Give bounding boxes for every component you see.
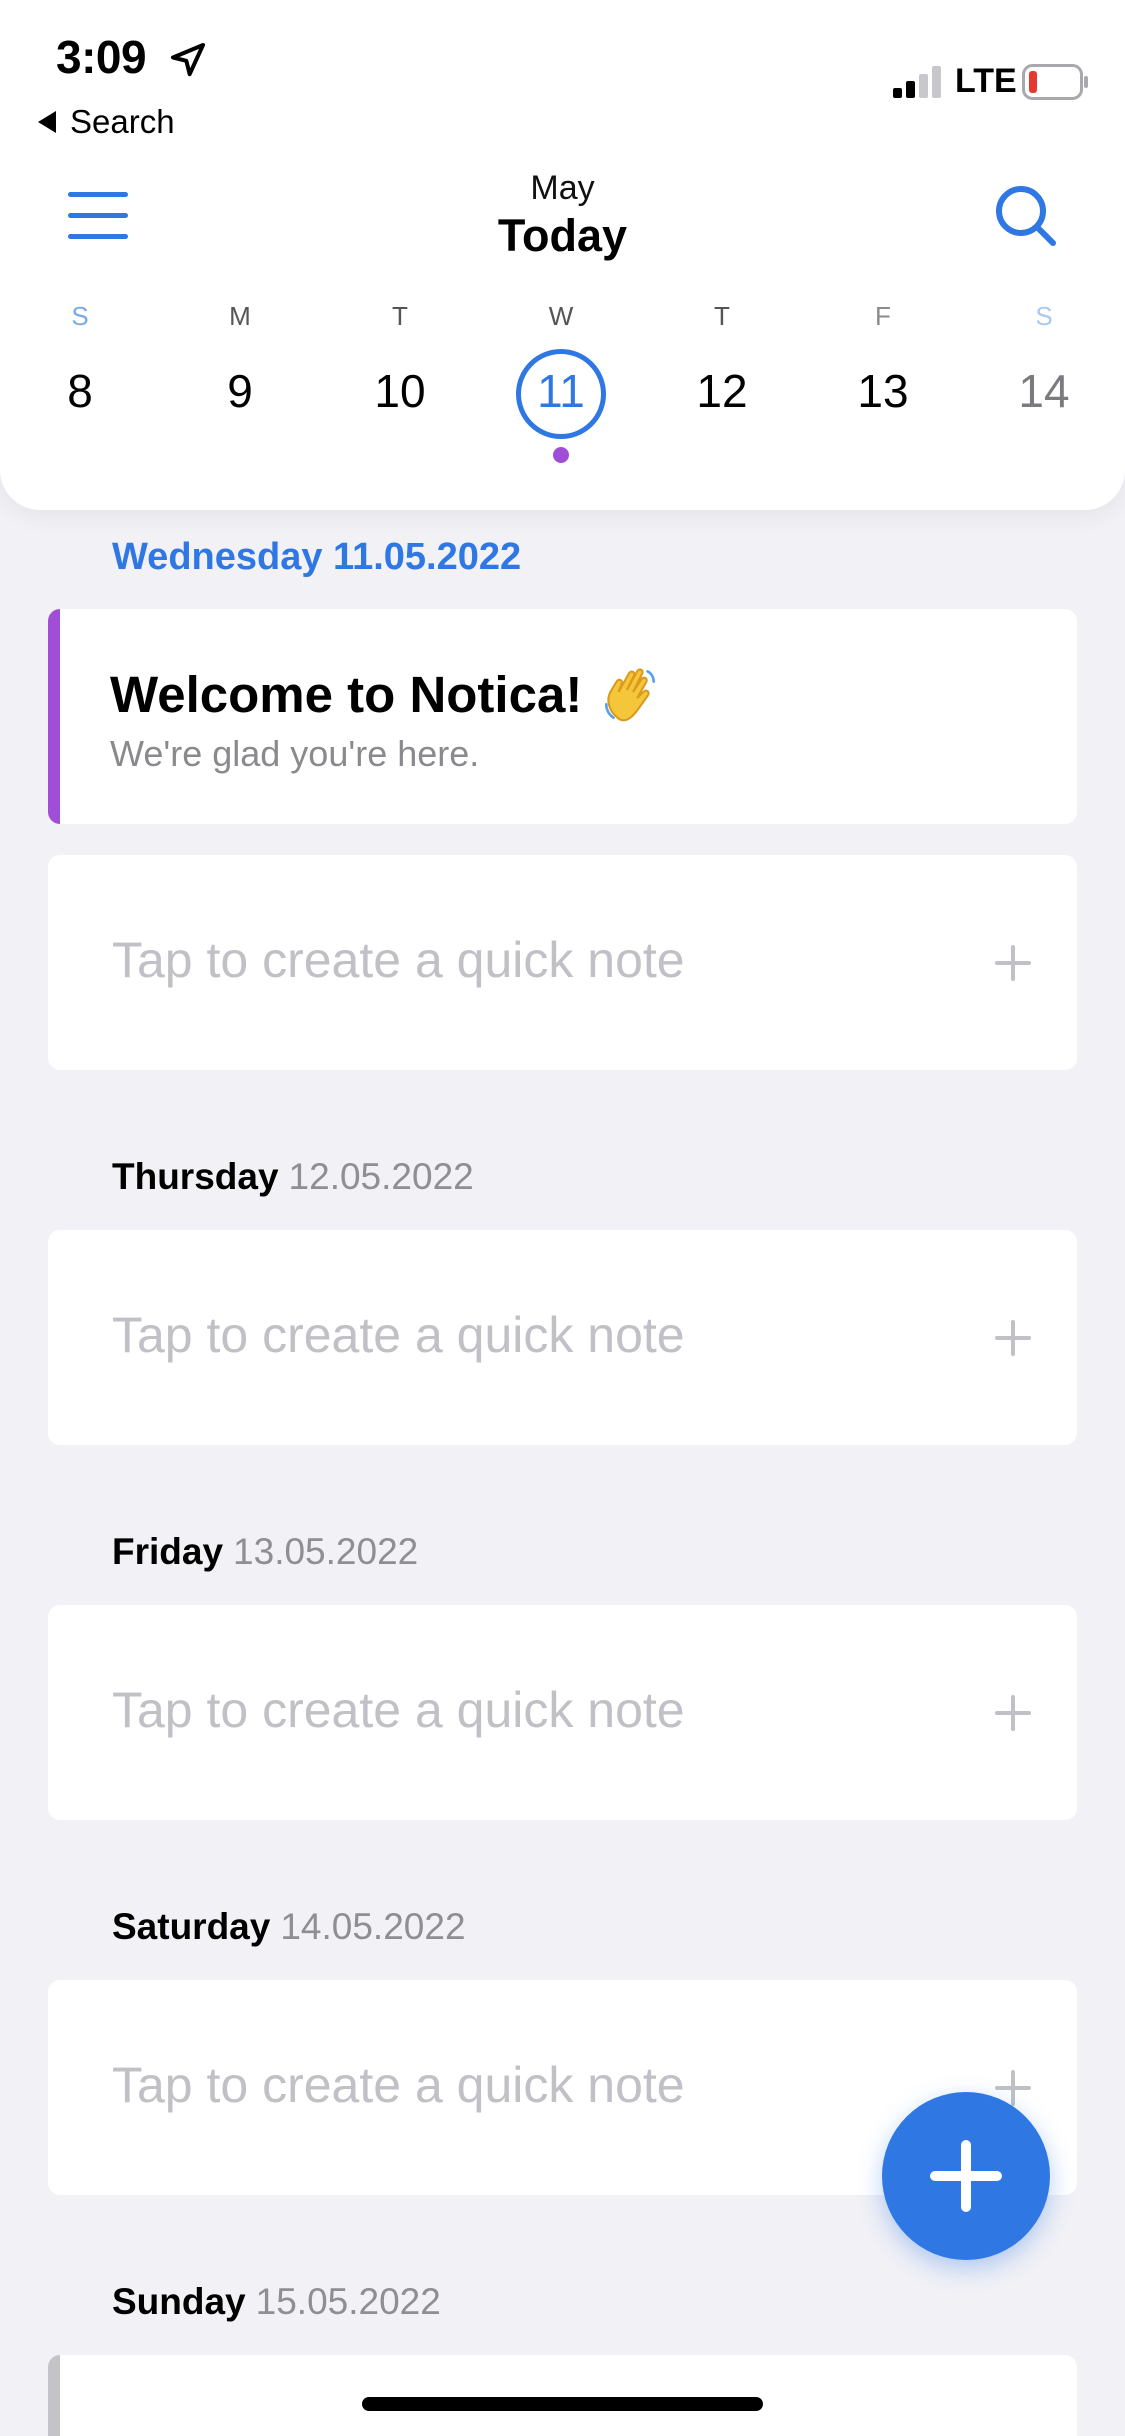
month-label: May <box>530 169 595 207</box>
day-number: 8 <box>67 365 93 417</box>
section-day-date: 12.05.2022 <box>288 1156 474 1197</box>
note-indicator-dot <box>553 447 569 463</box>
section-day-date: 15.05.2022 <box>255 2281 441 2322</box>
section-date-today: Wednesday 11.05.2022 <box>112 536 522 578</box>
day-letter: T <box>714 301 730 331</box>
section-date-thursday: Thursday 12.05.2022 <box>112 1156 474 1198</box>
day-number: 9 <box>227 365 253 417</box>
section-date-friday: Friday 13.05.2022 <box>112 1531 418 1573</box>
day-number: 10 <box>374 365 426 417</box>
section-day-date: 14.05.2022 <box>280 1906 466 1947</box>
waving-hand-icon <box>605 668 656 722</box>
plus-icon <box>930 2140 1002 2212</box>
back-arrow-icon <box>38 111 56 133</box>
section-day-name: Saturday <box>112 1906 271 1947</box>
location-arrow-icon <box>171 43 205 77</box>
page-title: Today <box>497 210 628 261</box>
add-note-button[interactable] <box>882 2092 1050 2260</box>
section-day-name: Sunday <box>112 2281 246 2322</box>
quick-note-card-friday[interactable]: Tap to create a quick note <box>48 1605 1077 1820</box>
status-time: 3:09 <box>56 31 147 83</box>
welcome-title-text: Welcome to Notica! <box>110 665 583 723</box>
day-letter: M <box>229 301 251 331</box>
week-day-mon[interactable]: M 9 <box>180 296 300 446</box>
quick-note-placeholder: Tap to create a quick note <box>112 2057 685 2113</box>
note-card-sunday[interactable] <box>48 2355 1077 2436</box>
section-day-name: Thursday <box>112 1156 279 1197</box>
header-title: May Today <box>0 168 1125 264</box>
day-letter: S <box>1035 301 1053 331</box>
signal-strength-icon <box>893 66 941 98</box>
section-date-saturday: Saturday 14.05.2022 <box>112 1906 466 1948</box>
quick-note-card-thursday[interactable]: Tap to create a quick note <box>48 1230 1077 1445</box>
note-subtitle: We're glad you're here. <box>110 733 480 774</box>
search-icon[interactable] <box>994 184 1058 248</box>
day-letter: T <box>392 301 408 331</box>
week-day-fri[interactable]: F 13 <box>823 296 943 446</box>
plus-icon <box>995 945 1031 981</box>
note-color-bar <box>48 2355 60 2436</box>
quick-note-card-wednesday[interactable]: Tap to create a quick note <box>48 855 1077 1070</box>
week-day-thu[interactable]: T 12 <box>662 296 782 446</box>
note-color-bar <box>48 609 60 824</box>
day-letter: W <box>548 301 574 331</box>
battery-icon <box>1022 64 1088 100</box>
quick-note-placeholder: Tap to create a quick note <box>112 1682 685 1738</box>
week-day-sun[interactable]: S 8 <box>20 296 140 446</box>
section-day-date: 13.05.2022 <box>233 1531 419 1572</box>
welcome-note-card[interactable]: Welcome to Notica! We're glad you're her… <box>48 609 1077 824</box>
day-letter: S <box>71 301 89 331</box>
week-day-sat[interactable]: S 14 <box>984 296 1104 446</box>
day-number: 13 <box>857 365 909 417</box>
week-day-tue[interactable]: T 10 <box>340 296 460 446</box>
day-number: 14 <box>1018 365 1070 417</box>
network-type: LTE <box>955 62 1017 100</box>
home-indicator[interactable] <box>362 2397 763 2411</box>
quick-note-placeholder: Tap to create a quick note <box>112 1307 685 1363</box>
plus-icon <box>995 1695 1031 1731</box>
header: 3:09 Search LTE May Today S 8 M 9 T 10 W… <box>0 0 1125 510</box>
note-title: Welcome to Notica! <box>110 661 664 727</box>
selected-day-ring <box>516 349 606 439</box>
day-letter: F <box>875 301 891 331</box>
back-search-label: Search <box>70 103 175 140</box>
back-to-search-button[interactable]: Search <box>38 102 175 142</box>
section-day-name: Friday <box>112 1531 224 1572</box>
day-number: 12 <box>696 365 748 417</box>
section-date-sunday: Sunday 15.05.2022 <box>112 2281 441 2323</box>
quick-note-placeholder: Tap to create a quick note <box>112 932 685 988</box>
plus-icon <box>995 1320 1031 1356</box>
